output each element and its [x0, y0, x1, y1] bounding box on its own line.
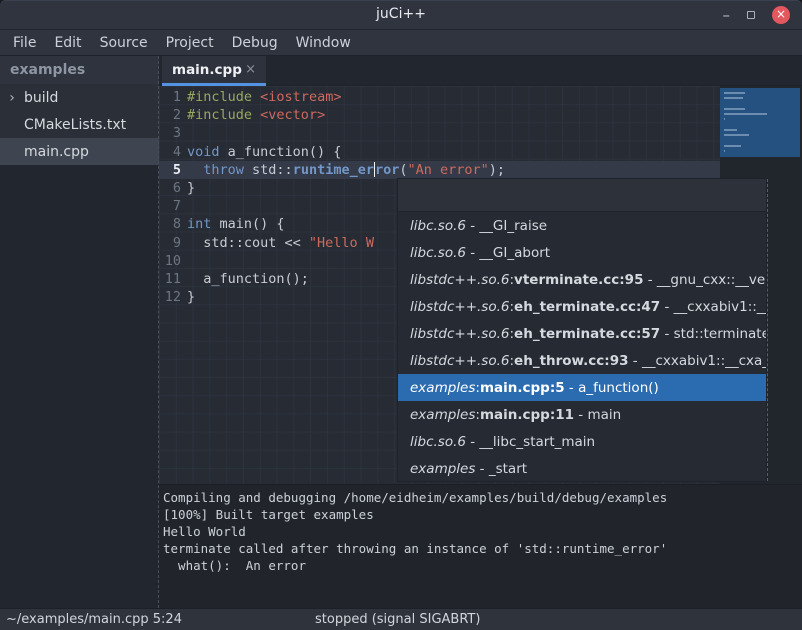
minimap-line	[724, 108, 745, 110]
terminal-line: Compiling and debugging /home/eidheim/ex…	[163, 489, 802, 506]
tab-main-cpp[interactable]: main.cpp ×	[162, 56, 266, 83]
line-number: 1	[159, 88, 186, 106]
line-number: 7	[159, 197, 186, 215]
minimap-viewport[interactable]	[720, 88, 800, 157]
restore-icon[interactable]	[747, 11, 755, 19]
line-number: 12	[159, 288, 186, 306]
line-number: 2	[159, 106, 186, 124]
title-bar[interactable]: juCi++ – ×	[0, 0, 802, 30]
sidebar: examples ›build CMakeLists.txt main.cpp	[0, 56, 159, 608]
close-button[interactable]: ×	[772, 6, 790, 24]
terminal-line: what(): An error	[163, 557, 802, 574]
code-line-text: }	[186, 288, 195, 306]
code-line-text: }	[186, 179, 195, 197]
tree-item-build[interactable]: ›build	[0, 84, 159, 111]
stack-frame-item[interactable]: libstdc++.so.6:eh_throw.cc:93 - __cxxabi…	[398, 347, 766, 374]
code-line-text	[186, 124, 187, 142]
terminal-line: terminate called after throwing an insta…	[163, 540, 802, 557]
terminal-line: Hello World	[163, 523, 802, 540]
code-line[interactable]: 3	[159, 124, 720, 142]
project-name-header: examples	[0, 56, 159, 84]
menu-edit[interactable]: Edit	[45, 35, 90, 51]
code-line[interactable]: 5 throw std::runtime_error("An error");	[159, 161, 720, 179]
code-line-text: void a_function() {	[186, 143, 341, 161]
code-line-text: a_function();	[186, 270, 309, 288]
minimap-line	[724, 97, 743, 99]
tab-label: main.cpp	[172, 62, 245, 78]
stack-frame-item[interactable]: libc.so.6 - __GI_abort	[398, 239, 766, 266]
stack-frame-item[interactable]: examples - _start	[398, 455, 766, 482]
minimap-line	[724, 145, 741, 147]
terminal-panel[interactable]: Compiling and debugging /home/eidheim/ex…	[159, 484, 802, 608]
file-tree: ›build CMakeLists.txt main.cpp	[0, 84, 159, 165]
line-number: 4	[159, 143, 186, 161]
stack-frame-item[interactable]: libstdc++.so.6:vterminate.cc:95 - __gnu_…	[398, 266, 766, 293]
stack-frame-item[interactable]: libstdc++.so.6:eh_terminate.cc:47 - __cx…	[398, 293, 766, 320]
terminal-line: [100%] Built target examples	[163, 506, 802, 523]
popup-search-entry[interactable]	[398, 179, 766, 212]
status-bar: ~/examples/main.cpp 5:24 stopped (signal…	[0, 608, 802, 630]
line-number: 10	[159, 252, 186, 270]
code-line-text: throw std::runtime_error("An error");	[186, 161, 505, 179]
minimap-line	[724, 118, 725, 120]
file-location-status: ~/examples/main.cpp 5:24	[6, 612, 182, 627]
window-controls: – ×	[723, 0, 791, 30]
tree-item-cmakelists-txt[interactable]: CMakeLists.txt	[0, 111, 159, 138]
line-number: 8	[159, 215, 186, 233]
minimap-line	[724, 129, 737, 131]
code-line-text: #include <vector>	[186, 106, 325, 124]
minimap-line	[724, 134, 749, 136]
code-line[interactable]: 2#include <vector>	[159, 106, 720, 124]
chevron-right-icon: ›	[0, 90, 24, 106]
menu-project[interactable]: Project	[157, 35, 223, 51]
stack-trace-popup: libc.so.6 - __GI_raiselibc.so.6 - __GI_a…	[397, 178, 767, 482]
tree-item-label: main.cpp	[24, 144, 89, 160]
app-window: juCi++ – × FileEditSourceProjectDebugWin…	[0, 0, 802, 630]
code-line[interactable]: 4void a_function() {	[159, 143, 720, 161]
stack-frame-item[interactable]: examples:main.cpp:5 - a_function()	[398, 374, 766, 401]
tab-close-icon[interactable]: ×	[245, 62, 256, 77]
line-number: 11	[159, 270, 186, 288]
menu-window[interactable]: Window	[287, 35, 360, 51]
tree-item-label: build	[24, 90, 58, 106]
minimap-line	[724, 150, 725, 152]
stack-frame-list: libc.so.6 - __GI_raiselibc.so.6 - __GI_a…	[398, 212, 766, 482]
tree-item-main-cpp[interactable]: main.cpp	[0, 138, 159, 165]
menu-source[interactable]: Source	[91, 35, 157, 51]
line-number: 5	[159, 161, 186, 179]
code-line-text: std::cout << "Hello W	[186, 234, 374, 252]
code-line-text: int main() {	[186, 215, 285, 233]
window-title: juCi++	[0, 6, 802, 22]
menu-bar: FileEditSourceProjectDebugWindow	[0, 30, 802, 56]
code-line-text	[186, 252, 187, 270]
menu-file[interactable]: File	[4, 35, 45, 51]
minimap-line	[724, 113, 767, 115]
stack-frame-item[interactable]: libstdc++.so.6:eh_terminate.cc:57 - std:…	[398, 320, 766, 347]
line-number: 6	[159, 179, 186, 197]
code-line-text: #include <iostream>	[186, 88, 341, 106]
tab-strip: main.cpp ×	[159, 56, 802, 86]
minimize-button[interactable]: –	[723, 10, 731, 20]
tree-item-label: CMakeLists.txt	[24, 117, 126, 133]
line-number: 3	[159, 124, 186, 142]
stack-frame-item[interactable]: examples:main.cpp:11 - main	[398, 401, 766, 428]
minimap-line	[724, 92, 745, 94]
line-number: 9	[159, 234, 186, 252]
stack-frame-item[interactable]: libc.so.6 - __GI_raise	[398, 212, 766, 239]
code-line-text	[186, 197, 187, 215]
menu-debug[interactable]: Debug	[223, 35, 287, 51]
code-line[interactable]: 1#include <iostream>	[159, 88, 720, 106]
panel-divider[interactable]	[158, 56, 159, 608]
debug-status: stopped (signal SIGABRT)	[315, 612, 480, 627]
stack-frame-item[interactable]: libc.so.6 - __libc_start_main	[398, 428, 766, 455]
